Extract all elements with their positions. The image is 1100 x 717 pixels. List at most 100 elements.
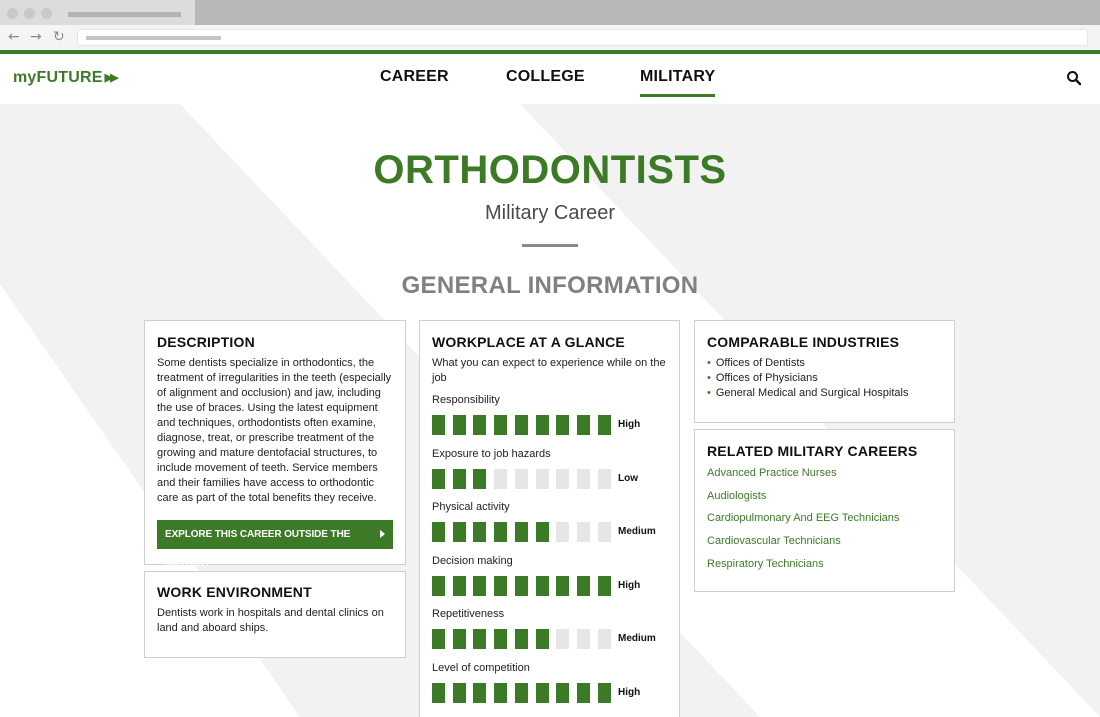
related-career-link[interactable]: Audiologists bbox=[707, 489, 899, 504]
work-environment-text: Dentists work in hospitals and dental cl… bbox=[157, 606, 397, 636]
nav-tab-career[interactable]: CAREER bbox=[380, 68, 449, 94]
metric-level-text: Medium bbox=[618, 633, 656, 645]
metric-segment bbox=[452, 629, 466, 650]
metric-segment bbox=[514, 683, 528, 703]
search-icon[interactable] bbox=[1066, 70, 1082, 86]
description-text: Some dentists specialize in orthodontics… bbox=[157, 356, 397, 506]
description-line: of alignment and occlusion) and jaw, inc… bbox=[157, 387, 381, 399]
metric-label: Physical activity bbox=[432, 501, 510, 514]
related-career-link[interactable]: Cardiopulmonary And EEG Technicians bbox=[707, 511, 899, 526]
metric-segment bbox=[514, 415, 528, 435]
metric-segment bbox=[576, 522, 590, 543]
metric-segment bbox=[556, 575, 570, 596]
metric-segment bbox=[597, 415, 611, 435]
metric-segment bbox=[576, 415, 590, 435]
metric-segment bbox=[597, 629, 611, 650]
metric-level-text: Medium bbox=[618, 526, 656, 538]
metric-segment bbox=[452, 468, 466, 489]
description-line: and techniques, orthodontists often exam… bbox=[157, 417, 376, 429]
description-card: DESCRIPTION Some dentists specialize in … bbox=[144, 320, 406, 569]
work-environment-line: land and aboard ships. bbox=[157, 622, 269, 634]
metric-segment bbox=[514, 522, 528, 543]
forward-icon[interactable]: → bbox=[30, 29, 42, 45]
metric-segment bbox=[494, 683, 508, 703]
metric-label: Decision making bbox=[432, 554, 513, 567]
metric-segment bbox=[535, 575, 549, 596]
description-line: care as part of the total benefits they … bbox=[157, 492, 377, 504]
metric-segment bbox=[452, 522, 466, 543]
window-minimize-dot[interactable] bbox=[24, 8, 35, 19]
metric-segment bbox=[473, 468, 487, 489]
url-placeholder bbox=[86, 36, 221, 40]
description-line: growing and mature dentofacial structure… bbox=[157, 447, 378, 459]
site-logo[interactable]: myFUTURE ▶▶ bbox=[13, 69, 119, 87]
metric-segment bbox=[473, 683, 487, 703]
metric-segment bbox=[535, 629, 549, 650]
logo-text: myFUTURE bbox=[13, 69, 103, 86]
related-careers-title: RELATED MILITARY CAREERS bbox=[707, 443, 918, 459]
address-bar[interactable] bbox=[77, 29, 1088, 46]
metric-label: Responsibility bbox=[432, 394, 500, 406]
metric-level-text: Low bbox=[618, 472, 638, 484]
metric-segment bbox=[494, 575, 508, 596]
site-header: myFUTURE ▶▶ CAREER COLLEGE MILITARY bbox=[0, 54, 1100, 104]
description-line: include movement of teeth. Service membe… bbox=[157, 462, 378, 474]
related-career-link[interactable]: Respiratory Technicians bbox=[707, 557, 899, 572]
nav-tab-college[interactable]: COLLEGE bbox=[506, 68, 585, 94]
browser-titlebar bbox=[0, 0, 1100, 25]
metric-segment bbox=[494, 522, 508, 543]
section-heading: GENERAL INFORMATION bbox=[401, 272, 699, 299]
metric-segment bbox=[432, 629, 445, 650]
workplace-intro-line: What you can expect to experience while … bbox=[432, 357, 666, 369]
related-career-link[interactable]: Advanced Practice Nurses bbox=[707, 466, 899, 481]
workplace-card: WORKPLACE AT A GLANCE What you can expec… bbox=[419, 320, 680, 717]
metric-segment bbox=[432, 415, 445, 435]
metric-segment bbox=[473, 629, 487, 650]
reload-icon[interactable]: ↻ bbox=[53, 29, 65, 45]
metric-segment bbox=[432, 522, 445, 543]
metric-segment bbox=[556, 415, 570, 435]
metric-segment bbox=[494, 629, 508, 650]
logo-arrows-icon: ▶▶ bbox=[104, 72, 119, 84]
explore-career-label: EXPLORE THIS CAREER OUTSIDE THE MILITARY bbox=[165, 529, 351, 569]
related-career-link[interactable]: Cardiovascular Technicians bbox=[707, 534, 899, 549]
industries-list: Offices of Dentists Offices of Physician… bbox=[707, 356, 909, 401]
nav-tab-military[interactable]: MILITARY bbox=[640, 68, 716, 97]
work-environment-title: WORK ENVIRONMENT bbox=[157, 584, 312, 600]
metric-segment bbox=[556, 468, 570, 489]
metric-segment bbox=[432, 683, 445, 703]
metric-segment bbox=[535, 468, 549, 489]
metric-segment bbox=[452, 683, 466, 703]
metric-segment bbox=[576, 575, 590, 596]
industry-item: Offices of Physicians bbox=[707, 371, 908, 386]
description-line: diagnose, treat, or prescribe treatment … bbox=[157, 432, 375, 444]
metric-segment bbox=[597, 683, 611, 703]
metric-segment bbox=[576, 629, 590, 650]
metric-segment bbox=[556, 629, 570, 650]
tab-strip bbox=[195, 0, 1100, 25]
workplace-intro-line: job bbox=[432, 372, 447, 384]
metric-segment bbox=[494, 415, 508, 435]
window-maximize-dot[interactable] bbox=[41, 8, 52, 19]
metric-segment bbox=[556, 683, 570, 703]
explore-career-button[interactable]: EXPLORE THIS CAREER OUTSIDE THE MILITARY bbox=[157, 520, 393, 569]
description-line: and their families have access to orthod… bbox=[157, 477, 375, 489]
metric-segment bbox=[597, 522, 611, 543]
description-title: DESCRIPTION bbox=[157, 334, 255, 350]
window-close-dot[interactable] bbox=[7, 8, 18, 19]
metric-segment bbox=[494, 468, 508, 489]
metric-segment bbox=[473, 522, 487, 543]
workplace-intro: What you can expect to experience while … bbox=[432, 356, 672, 386]
metric-segment bbox=[473, 415, 487, 435]
browser-tab[interactable] bbox=[60, 0, 195, 25]
metric-level-text: High bbox=[618, 419, 641, 430]
metric-segment bbox=[597, 468, 611, 489]
back-icon[interactable]: ← bbox=[8, 29, 20, 45]
industries-title: COMPARABLE INDUSTRIES bbox=[707, 334, 900, 350]
tab-title-placeholder bbox=[68, 12, 181, 17]
metric-segment bbox=[514, 629, 528, 650]
work-environment-line: Dentists work in hospitals and dental cl… bbox=[157, 607, 384, 619]
metric-segment bbox=[576, 468, 590, 489]
metric-segment bbox=[535, 522, 549, 543]
metric-level-text: High bbox=[618, 687, 641, 698]
